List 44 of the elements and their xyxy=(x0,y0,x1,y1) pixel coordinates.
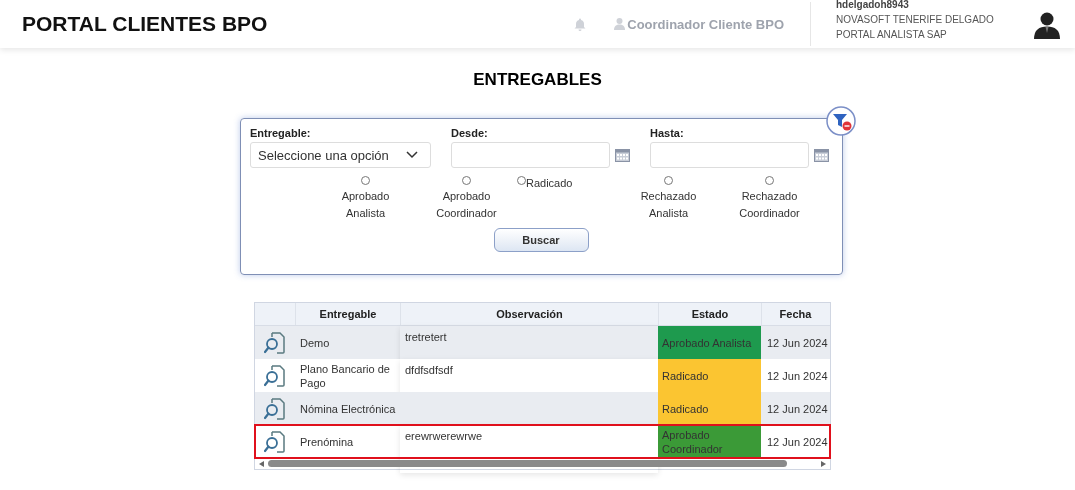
column-header: Fecha xyxy=(761,303,829,325)
table-cell-text: Demo xyxy=(299,335,331,351)
chevron-down-icon xyxy=(406,151,418,159)
clear-filter-icon[interactable] xyxy=(826,106,856,136)
table-cell-text: 12 Jun 2024 xyxy=(766,401,829,417)
table-cell-text: 12 Jun 2024 xyxy=(766,434,829,450)
table-cell-text: 12 Jun 2024 xyxy=(766,335,829,351)
column-header: Observación xyxy=(400,303,658,325)
table-cell-text: Plano Bancario de Pago xyxy=(299,361,391,391)
field-label: Hasta: xyxy=(650,127,685,139)
page-title: ENTREGABLES xyxy=(472,70,603,91)
table-cell-text: Nómina Electrónica xyxy=(299,401,397,417)
calendar-icon[interactable] xyxy=(615,148,630,162)
status-radio[interactable]: Rechazado Analista xyxy=(618,175,719,222)
status-cell: Aprobado Coordinador xyxy=(658,425,761,458)
date-field[interactable] xyxy=(451,142,610,168)
table-cell-text: 12 Jun 2024 xyxy=(766,368,829,384)
table-cell-text: Prenómina xyxy=(299,434,355,450)
scroll-right-icon[interactable] xyxy=(821,460,826,467)
person-icon xyxy=(614,18,626,30)
field-label: Desde: xyxy=(451,127,489,139)
document-search-icon[interactable] xyxy=(264,330,286,355)
search-button[interactable]: Buscar xyxy=(493,228,589,252)
table-cell: erewrwerewrwe xyxy=(400,425,658,473)
field-label: Entregable: xyxy=(250,127,312,139)
date-field[interactable] xyxy=(650,142,809,168)
status-radio[interactable]: Aprobado Analista xyxy=(315,175,416,222)
status-radio[interactable]: Aprobado Coordinador xyxy=(416,175,517,222)
document-search-icon[interactable] xyxy=(264,363,286,388)
column-header: Entregable xyxy=(295,303,400,325)
status-cell: Radicado xyxy=(658,359,761,392)
user-detail: NOVASOFT TENERIFE DELGADO PORTAL ANALISTA SAP xyxy=(836,12,995,42)
status-radio[interactable]: Radicado xyxy=(517,175,618,222)
status-cell: Aprobado Analista xyxy=(658,326,761,359)
document-search-icon[interactable] xyxy=(264,429,286,454)
document-search-icon[interactable] xyxy=(264,396,286,421)
status-radio[interactable]: Rechazado Coordinador xyxy=(719,175,820,222)
app-title: PORTAL CLIENTES BPO xyxy=(22,12,268,36)
calendar-icon[interactable] xyxy=(814,148,829,162)
column-header: Estado xyxy=(658,303,761,325)
username: hdelgadoh8943 xyxy=(836,0,910,12)
entregable-select[interactable]: Seleccione una opción xyxy=(250,142,431,168)
scroll-left-icon[interactable] xyxy=(259,460,264,467)
status-cell: Radicado xyxy=(658,392,761,425)
